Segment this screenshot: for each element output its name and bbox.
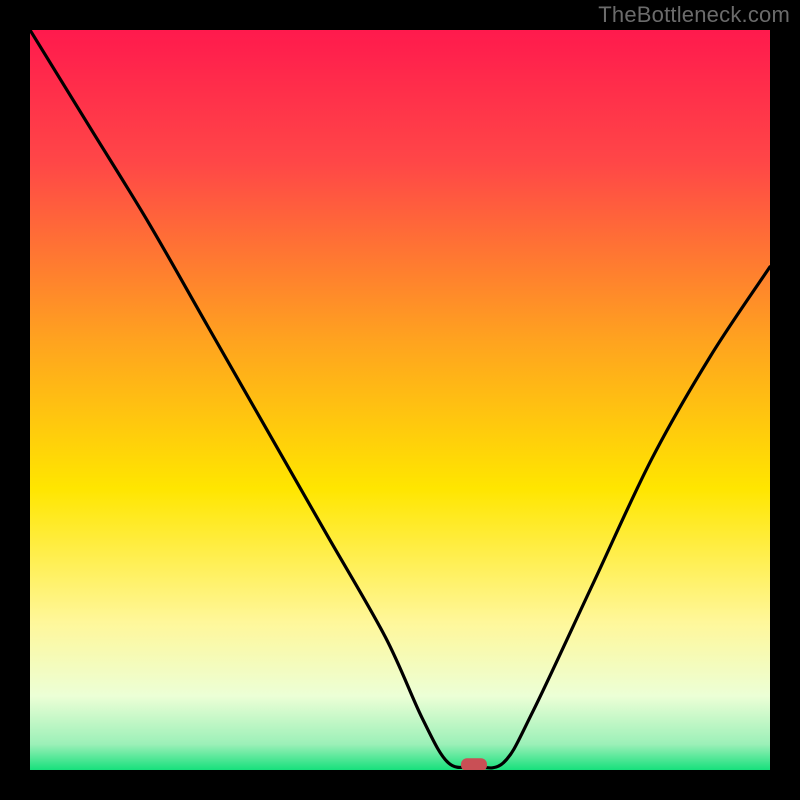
gradient-background <box>30 30 770 770</box>
chart-frame: TheBottleneck.com <box>0 0 800 800</box>
bottleneck-curve-chart <box>30 30 770 770</box>
optimum-marker <box>461 758 487 770</box>
plot-area <box>30 30 770 770</box>
watermark-text: TheBottleneck.com <box>598 2 790 28</box>
